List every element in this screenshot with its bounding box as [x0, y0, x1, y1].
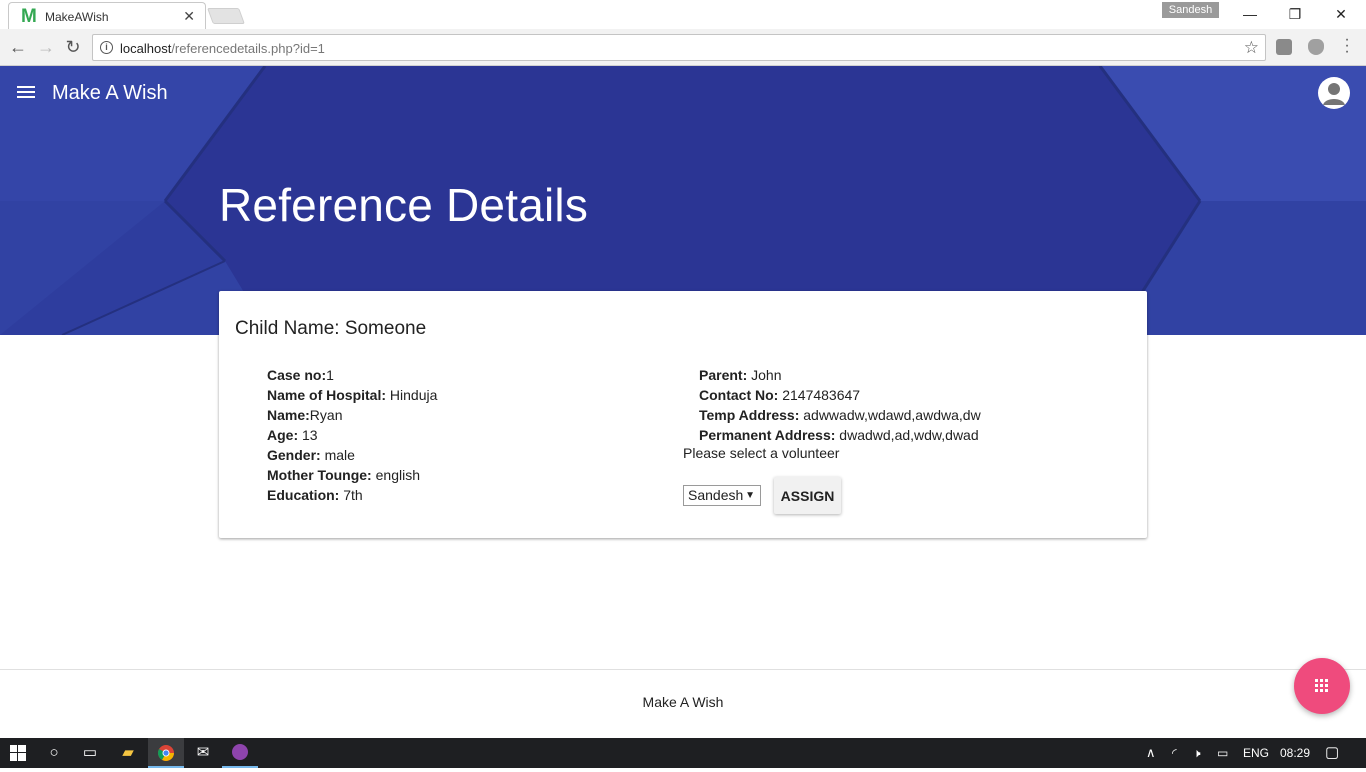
browser-tab[interactable]: M MakeAWish ✕: [8, 2, 206, 29]
field-value: male: [320, 447, 355, 463]
parent-info-list: Parent: John Contact No: 2147483647 Temp…: [699, 365, 981, 445]
field-label: Mother Tounge:: [267, 467, 372, 483]
field-label: Education:: [267, 487, 340, 503]
brand-title[interactable]: Make A Wish: [52, 82, 168, 105]
field-value: dwadwd,ad,wdw,dwad: [835, 427, 979, 443]
apps-grid-icon: [1315, 679, 1329, 693]
assign-button[interactable]: ASSIGN: [774, 477, 841, 514]
field-label: Case no:: [267, 367, 327, 383]
field-label: Contact No:: [699, 387, 779, 403]
battery-icon[interactable]: ▭: [1217, 738, 1228, 768]
close-window-button[interactable]: ✕: [1318, 4, 1364, 24]
url-host: localhost: [120, 41, 172, 56]
file-explorer-icon[interactable]: ▰: [110, 738, 146, 768]
child-name-heading: Child Name: Someone: [235, 318, 427, 339]
field-value: 13: [298, 427, 318, 443]
apps-fab-button[interactable]: [1294, 658, 1350, 714]
browser-toolbar: ← → ↻ i localhost/referencedetails.php?i…: [0, 29, 1366, 66]
field-label: Age:: [267, 427, 299, 443]
language-indicator[interactable]: ENG: [1243, 738, 1269, 768]
footer-divider: [0, 669, 1366, 670]
field-value: 7th: [339, 487, 363, 503]
clock-time[interactable]: 08:29: [1280, 738, 1310, 768]
field-value: Ryan: [309, 407, 343, 423]
temp-address-item: Temp Address: adwwadw,wdawd,awdwa,dw: [699, 405, 981, 425]
field-value: Hinduja: [386, 387, 438, 403]
permanent-address-item: Permanent Address: dwadwd,ad,wdw,dwad: [699, 425, 981, 445]
field-value: english: [371, 467, 420, 483]
shield-extension-icon[interactable]: [1308, 39, 1324, 55]
field-value: 1: [326, 367, 334, 383]
minimize-button[interactable]: —: [1227, 4, 1273, 24]
notifications-icon[interactable]: ▢: [1325, 738, 1339, 768]
tab-title: MakeAWish: [45, 10, 109, 24]
mail-icon[interactable]: ✉: [185, 738, 221, 768]
mother-tongue-item: Mother Tounge: english: [267, 465, 437, 485]
child-info-list: Case no:1 Name of Hospital: Hinduja Name…: [267, 365, 437, 505]
footer-text: Make A Wish: [642, 694, 724, 710]
hamburger-menu-icon[interactable]: [17, 86, 35, 100]
field-label: Name:: [267, 407, 310, 423]
dropdown-caret-icon: ▼: [745, 490, 755, 501]
reload-icon[interactable]: ↻: [62, 36, 84, 58]
wifi-icon[interactable]: ◜: [1172, 738, 1177, 768]
case-number-item: Case no:1: [267, 365, 437, 385]
field-value: 2147483647: [778, 387, 861, 403]
name-item: Name:Ryan: [267, 405, 437, 425]
url-path: /referencedetails.php?id=1: [171, 41, 325, 56]
field-label: Temp Address:: [699, 407, 800, 423]
volunteer-selected-value: Sandesh: [688, 487, 744, 503]
url-text[interactable]: localhost/referencedetails.php?id=1: [120, 41, 325, 56]
extension-icon[interactable]: [1276, 39, 1292, 55]
chrome-taskbar-icon[interactable]: [148, 738, 184, 768]
tab-favicon-icon: M: [21, 6, 37, 27]
page-title: Reference Details: [219, 179, 589, 231]
search-circle-icon[interactable]: ○: [36, 738, 72, 768]
volume-muted-icon[interactable]: 🕨: [1193, 738, 1201, 768]
new-tab-button[interactable]: [207, 8, 245, 24]
volunteer-prompt: Please select a volunteer: [683, 445, 840, 461]
forward-arrow-icon[interactable]: →: [35, 36, 57, 58]
task-view-icon[interactable]: ▭: [72, 738, 108, 768]
bookmark-star-icon[interactable]: ☆: [1244, 38, 1259, 58]
reference-details-card: Child Name: Someone Case no:1 Name of Ho…: [219, 291, 1147, 538]
windows-start-icon[interactable]: [0, 738, 36, 768]
field-label: Permanent Address:: [699, 427, 836, 443]
browser-tabstrip: M MakeAWish ✕ Sandesh — ❐ ✕: [0, 0, 1366, 29]
hospital-item: Name of Hospital: Hinduja: [267, 385, 437, 405]
field-value: John: [747, 367, 782, 383]
volunteer-select[interactable]: Sandesh ▼: [683, 485, 761, 506]
app-taskbar-icon[interactable]: [222, 738, 258, 768]
contact-item: Contact No: 2147483647: [699, 385, 981, 405]
back-arrow-icon[interactable]: ←: [7, 36, 29, 58]
field-label: Name of Hospital:: [267, 387, 387, 403]
windows-taskbar: ○ ▭ ▰ ✉ ∧ ◜ 🕨 ▭ ENG 08:29 ▢: [0, 738, 1366, 768]
address-bar[interactable]: i localhost/referencedetails.php?id=1 ☆: [92, 34, 1266, 61]
restore-button[interactable]: ❐: [1272, 4, 1318, 24]
gender-item: Gender: male: [267, 445, 437, 465]
tray-chevron-icon[interactable]: ∧: [1146, 738, 1156, 768]
user-avatar-icon[interactable]: [1318, 77, 1350, 109]
parent-item: Parent: John: [699, 365, 981, 385]
field-label: Parent:: [699, 367, 748, 383]
info-icon[interactable]: i: [100, 41, 113, 54]
tab-close-icon[interactable]: ✕: [183, 8, 195, 25]
browser-menu-icon[interactable]: · · ·: [1340, 32, 1354, 60]
field-value: adwwadw,wdawd,awdwa,dw: [799, 407, 981, 423]
age-item: Age: 13: [267, 425, 437, 445]
education-item: Education: 7th: [267, 485, 437, 505]
field-label: Gender:: [267, 447, 321, 463]
profile-chip[interactable]: Sandesh: [1162, 2, 1219, 18]
